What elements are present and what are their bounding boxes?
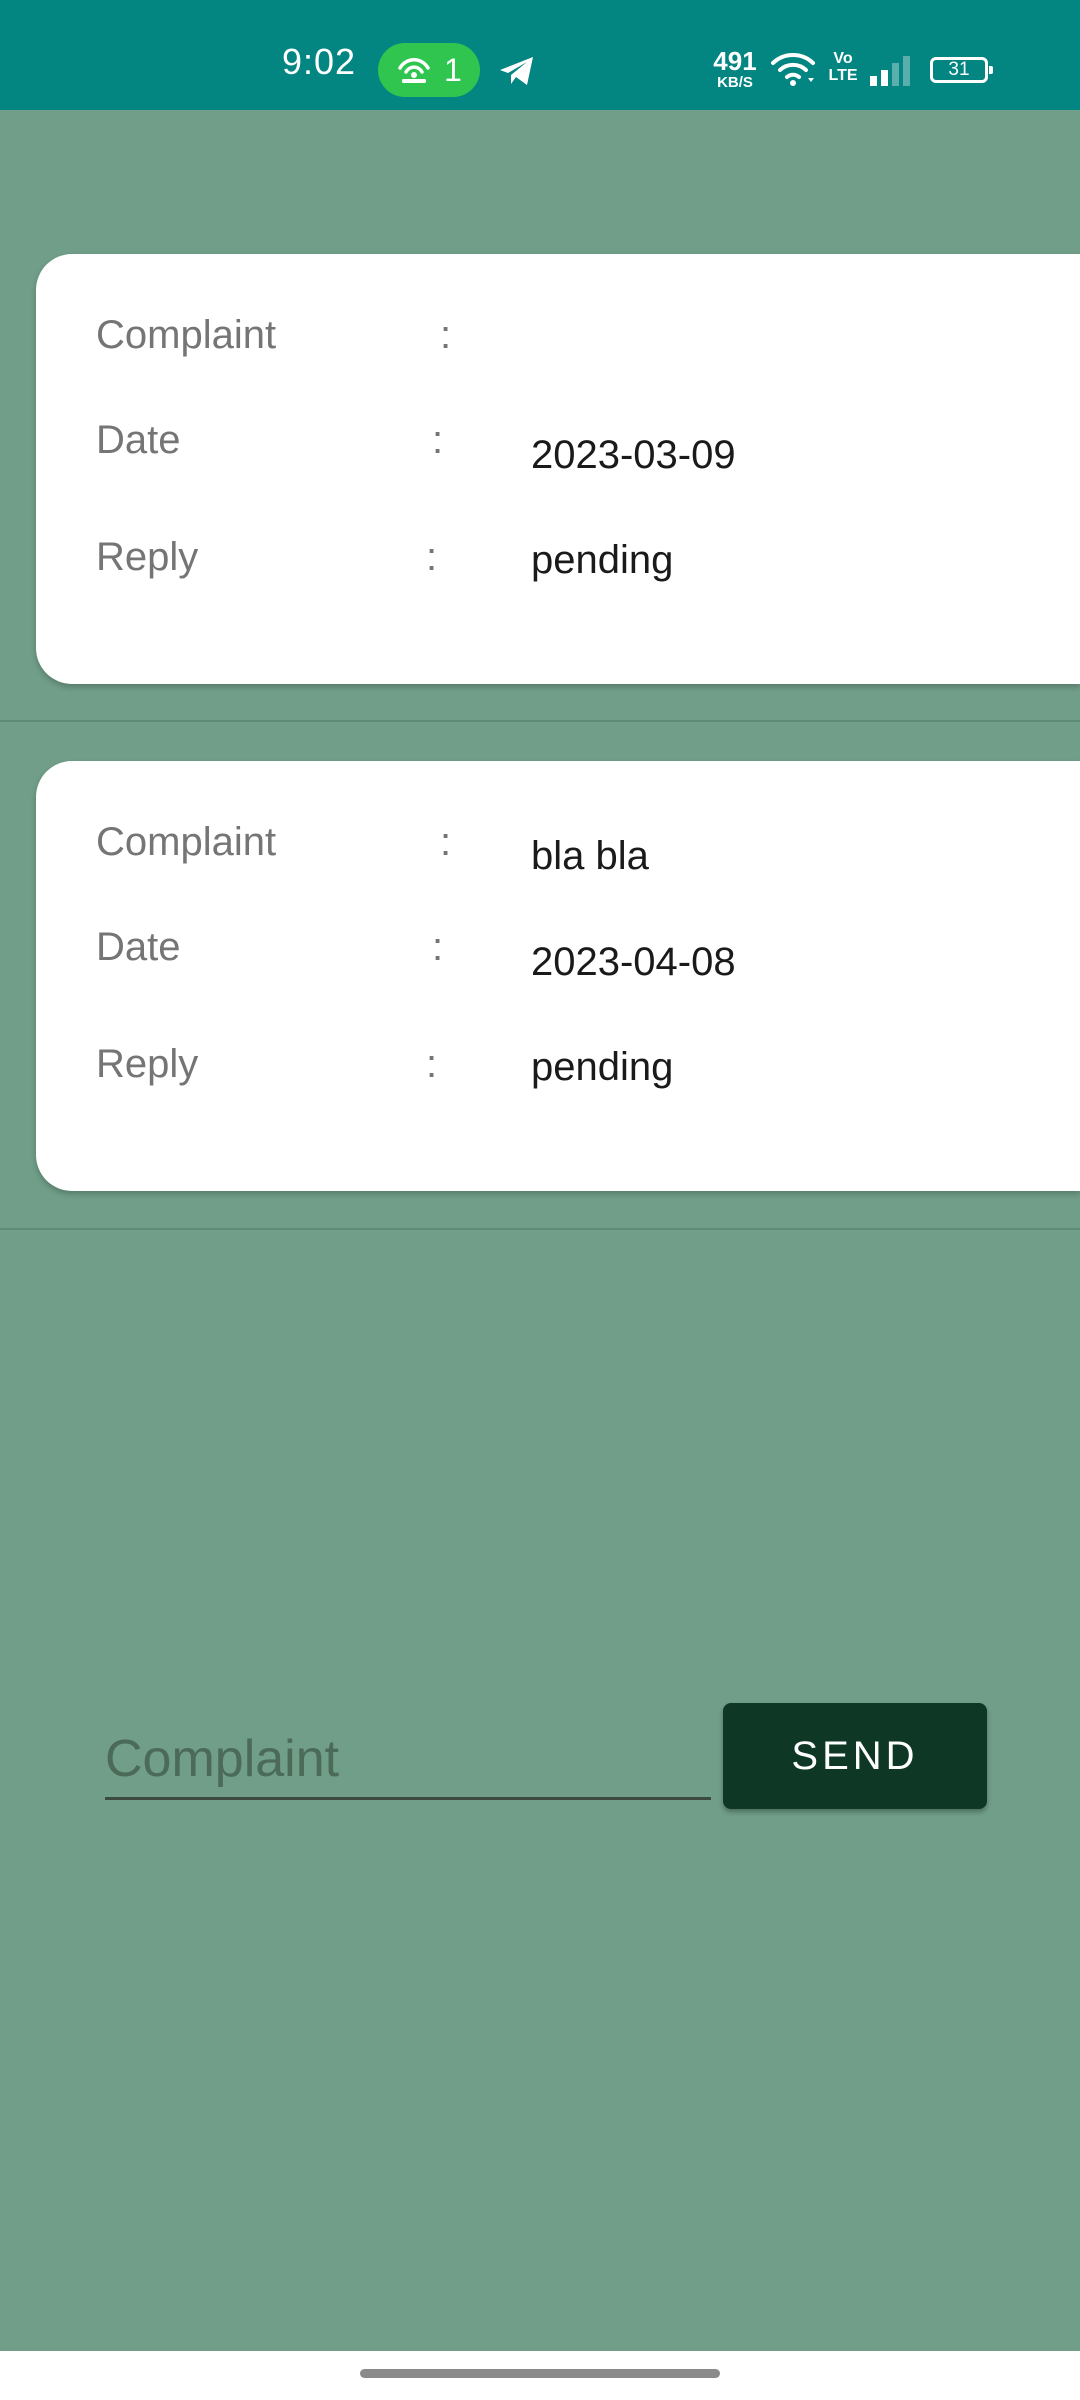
complaint-separator: : xyxy=(440,820,452,864)
date-separator: : xyxy=(432,925,444,969)
home-indicator[interactable] xyxy=(360,2369,720,2378)
reply-separator: : xyxy=(426,535,438,579)
complaint-label: Complaint xyxy=(96,820,277,864)
hotspot-icon xyxy=(398,58,430,83)
network-speed-value: 491 xyxy=(713,46,757,76)
battery-level: 31 xyxy=(948,59,970,80)
wifi-icon xyxy=(771,53,815,86)
battery-icon: 31 xyxy=(930,57,993,83)
volte-bottom-label: LTE xyxy=(828,67,858,84)
list-divider xyxy=(0,1228,1080,1230)
reply-label: Reply xyxy=(96,535,199,579)
reply-separator: : xyxy=(426,1042,438,1086)
hotspot-indicator[interactable]: 1 xyxy=(378,43,480,97)
reply-value: pending xyxy=(531,1045,674,1089)
complaint-separator: : xyxy=(440,313,452,357)
complaint-label: Complaint xyxy=(96,313,277,357)
status-time: 9:02 xyxy=(282,41,357,82)
complaint-card: Complaint : Date : 2023-03-09 Reply : pe… xyxy=(36,254,1080,684)
date-value: 2023-04-08 xyxy=(531,940,736,984)
complaint-value: bla bla xyxy=(531,834,649,878)
status-bar: 9:02 1 491 KB/S Vo LTE 31 xyxy=(0,0,1080,110)
date-separator: : xyxy=(432,418,444,462)
date-value: 2023-03-09 xyxy=(531,433,736,477)
reply-label: Reply xyxy=(96,1042,199,1086)
list-divider xyxy=(0,720,1080,722)
signal-icon xyxy=(870,56,910,86)
network-speed: 491 KB/S xyxy=(710,48,760,90)
volte-icon: Vo LTE xyxy=(828,50,858,84)
hotspot-count: 1 xyxy=(444,52,462,88)
network-speed-unit: KB/S xyxy=(717,74,753,91)
date-label: Date xyxy=(96,418,181,462)
date-label: Date xyxy=(96,925,181,969)
complaint-card: Complaint : bla bla Date : 2023-04-08 Re… xyxy=(36,761,1080,1191)
gesture-nav-bar xyxy=(0,2351,1080,2400)
reply-value: pending xyxy=(531,538,674,582)
telegram-icon xyxy=(500,57,533,85)
send-button[interactable]: SEND xyxy=(723,1703,987,1809)
volte-top-label: Vo xyxy=(833,50,853,67)
complaint-input[interactable] xyxy=(105,1720,711,1800)
